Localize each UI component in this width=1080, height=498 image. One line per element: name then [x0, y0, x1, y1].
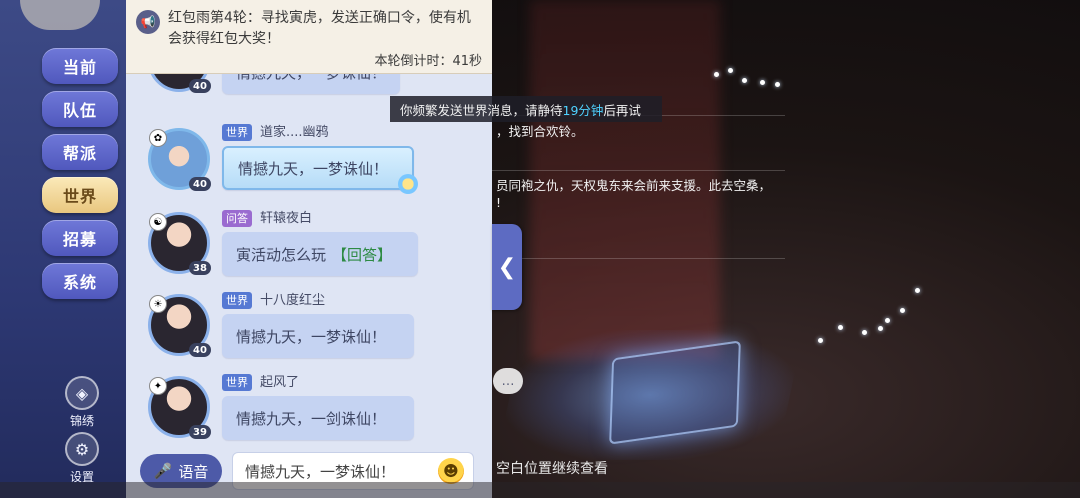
chevron-left-icon: ❮ [497, 254, 517, 280]
message-bubble[interactable]: 情撼九天，一梦诛仙！ [222, 314, 414, 358]
channel-tag: 世界 [222, 292, 252, 309]
message-bubble[interactable]: 情撼九天，一剑诛仙！ [222, 396, 414, 440]
crowned-avatar[interactable]: ✿ 40 [148, 128, 211, 191]
divider [490, 258, 785, 259]
megaphone-icon: 📢 [136, 10, 160, 34]
sect-emblem-icon: ☀ [149, 295, 167, 313]
message-bubble[interactable]: 情撼九天，一梦诛仙！ [222, 74, 401, 94]
level-badge: 39 [189, 425, 211, 439]
message-text: 情撼九天，一梦诛仙！ [236, 74, 386, 83]
chat-panel: 📢 红包雨第4轮：寻找寅虎，发送正确口令，使有机会获得红包大奖！ 本轮倒计时：4… [126, 0, 492, 498]
brocade-button[interactable]: ◈ 锦绣 [60, 376, 104, 429]
sect-emblem-icon: ☯ [149, 213, 167, 231]
message-bubble[interactable]: 情撼九天，一梦诛仙！ [222, 146, 418, 194]
list-item: ✦ 39 世界 起风了 情撼九天，一剑诛仙！ [126, 374, 492, 446]
moon-decoration [20, 0, 100, 30]
message-text: 情撼九天，一剑诛仙！ [236, 409, 387, 428]
message-list[interactable]: 40 情撼九天，一梦诛仙！ ✿ 40 世界 道家....幽鸦 情撼九天，一梦诛仙… [126, 74, 492, 446]
announcement-text: 红包雨第4轮：寻找寅虎，发送正确口令，使有机会获得红包大奖！ [168, 8, 482, 50]
bottom-bar [0, 482, 1080, 498]
system-text: 员同袍之仇，天权鬼东来会前来支援。此去空桑， [496, 178, 772, 193]
channel-sidebar: 当前 队伍 帮派 世界 招募 系统 ◈ 锦绣 ⚙ 设置 [0, 0, 128, 498]
tab-current[interactable]: 当前 [42, 48, 118, 84]
level-badge: 40 [189, 79, 211, 93]
username[interactable]: 起风了 [260, 374, 299, 391]
level-badge: 40 [189, 177, 211, 191]
message-bubble[interactable]: 寅活动怎么玩 【回答】 [222, 232, 418, 276]
voice-label: 语音 [178, 462, 209, 481]
brocade-label: 锦绣 [69, 414, 94, 428]
toast-text-end: 后再试 [603, 102, 641, 118]
level-badge: 38 [189, 261, 211, 275]
girl-avatar[interactable]: ✦ 39 [148, 376, 211, 439]
sect-emblem-icon: ✿ [149, 129, 167, 147]
system-text: ! [496, 195, 502, 210]
level-badge: 40 [189, 343, 211, 357]
message-text: 寅活动怎么玩 [236, 245, 327, 264]
tab-team[interactable]: 队伍 [42, 91, 118, 127]
game-scene[interactable] [490, 0, 1080, 498]
system-text: ，找到合欢铃。 [496, 124, 584, 139]
gear-icon: ⚙ [65, 432, 99, 466]
emoji-icon[interactable]: ☻ [438, 458, 464, 484]
tab-world[interactable]: 世界 [42, 177, 118, 213]
divider [490, 170, 785, 171]
chat-bubble-icon[interactable]: … [493, 368, 523, 394]
tab-system[interactable]: 系统 [42, 263, 118, 299]
settings-button[interactable]: ⚙ 设置 [60, 432, 104, 485]
red-packet-announcement: 📢 红包雨第4轮：寻找寅虎，发送正确口令，使有机会获得红包大奖！ 本轮倒计时：4… [126, 0, 492, 74]
list-item: ☀ 40 世界 十八度红尘 情撼九天，一梦诛仙！ [126, 292, 492, 378]
message-text: 情撼九天，一梦诛仙！ [238, 159, 389, 178]
sect-emblem-icon: ✦ [149, 377, 167, 395]
fan-icon: ◈ [65, 376, 99, 410]
tab-recruit[interactable]: 招募 [42, 220, 118, 256]
male-avatar[interactable]: ☯ 38 [148, 212, 211, 275]
announcement-prefix: 红包雨第4轮 [168, 10, 247, 26]
tab-guild[interactable]: 帮派 [42, 134, 118, 170]
username[interactable]: 轩辕夜白 [260, 210, 312, 227]
username[interactable]: 十八度红尘 [260, 292, 325, 309]
microphone-icon: 🎤 [153, 462, 173, 480]
channel-tag: 问答 [222, 210, 252, 227]
username[interactable]: 道家....幽鸦 [260, 124, 329, 141]
rate-limit-toast: 你频繁发送世界消息，请静待 19分钟 后再试 [390, 96, 662, 122]
channel-tag: 世界 [222, 124, 252, 141]
female-avatar[interactable]: 40 [148, 74, 211, 93]
collapse-panel-button[interactable]: ❮ [492, 224, 522, 310]
list-item: ✿ 40 世界 道家....幽鸦 情撼九天，一梦诛仙！ [126, 124, 492, 210]
list-item: ☯ 38 问答 轩辕夜白 寅活动怎么玩 【回答】 [126, 210, 492, 296]
toast-text: 你频繁发送世界消息，请静待 [400, 102, 563, 118]
answer-link[interactable]: 【回答】 [332, 244, 392, 265]
bubble-decoration-icon [398, 174, 418, 194]
message-text: 情撼九天，一梦诛仙！ [236, 327, 387, 346]
toast-wait-time: 19分钟 [562, 102, 604, 118]
channel-tag: 世界 [222, 374, 252, 391]
countdown-text: 本轮倒计时：41秒 [374, 54, 482, 69]
young-avatar[interactable]: ☀ 40 [148, 294, 211, 357]
continue-hint: 空白位置继续查看 [496, 461, 608, 477]
